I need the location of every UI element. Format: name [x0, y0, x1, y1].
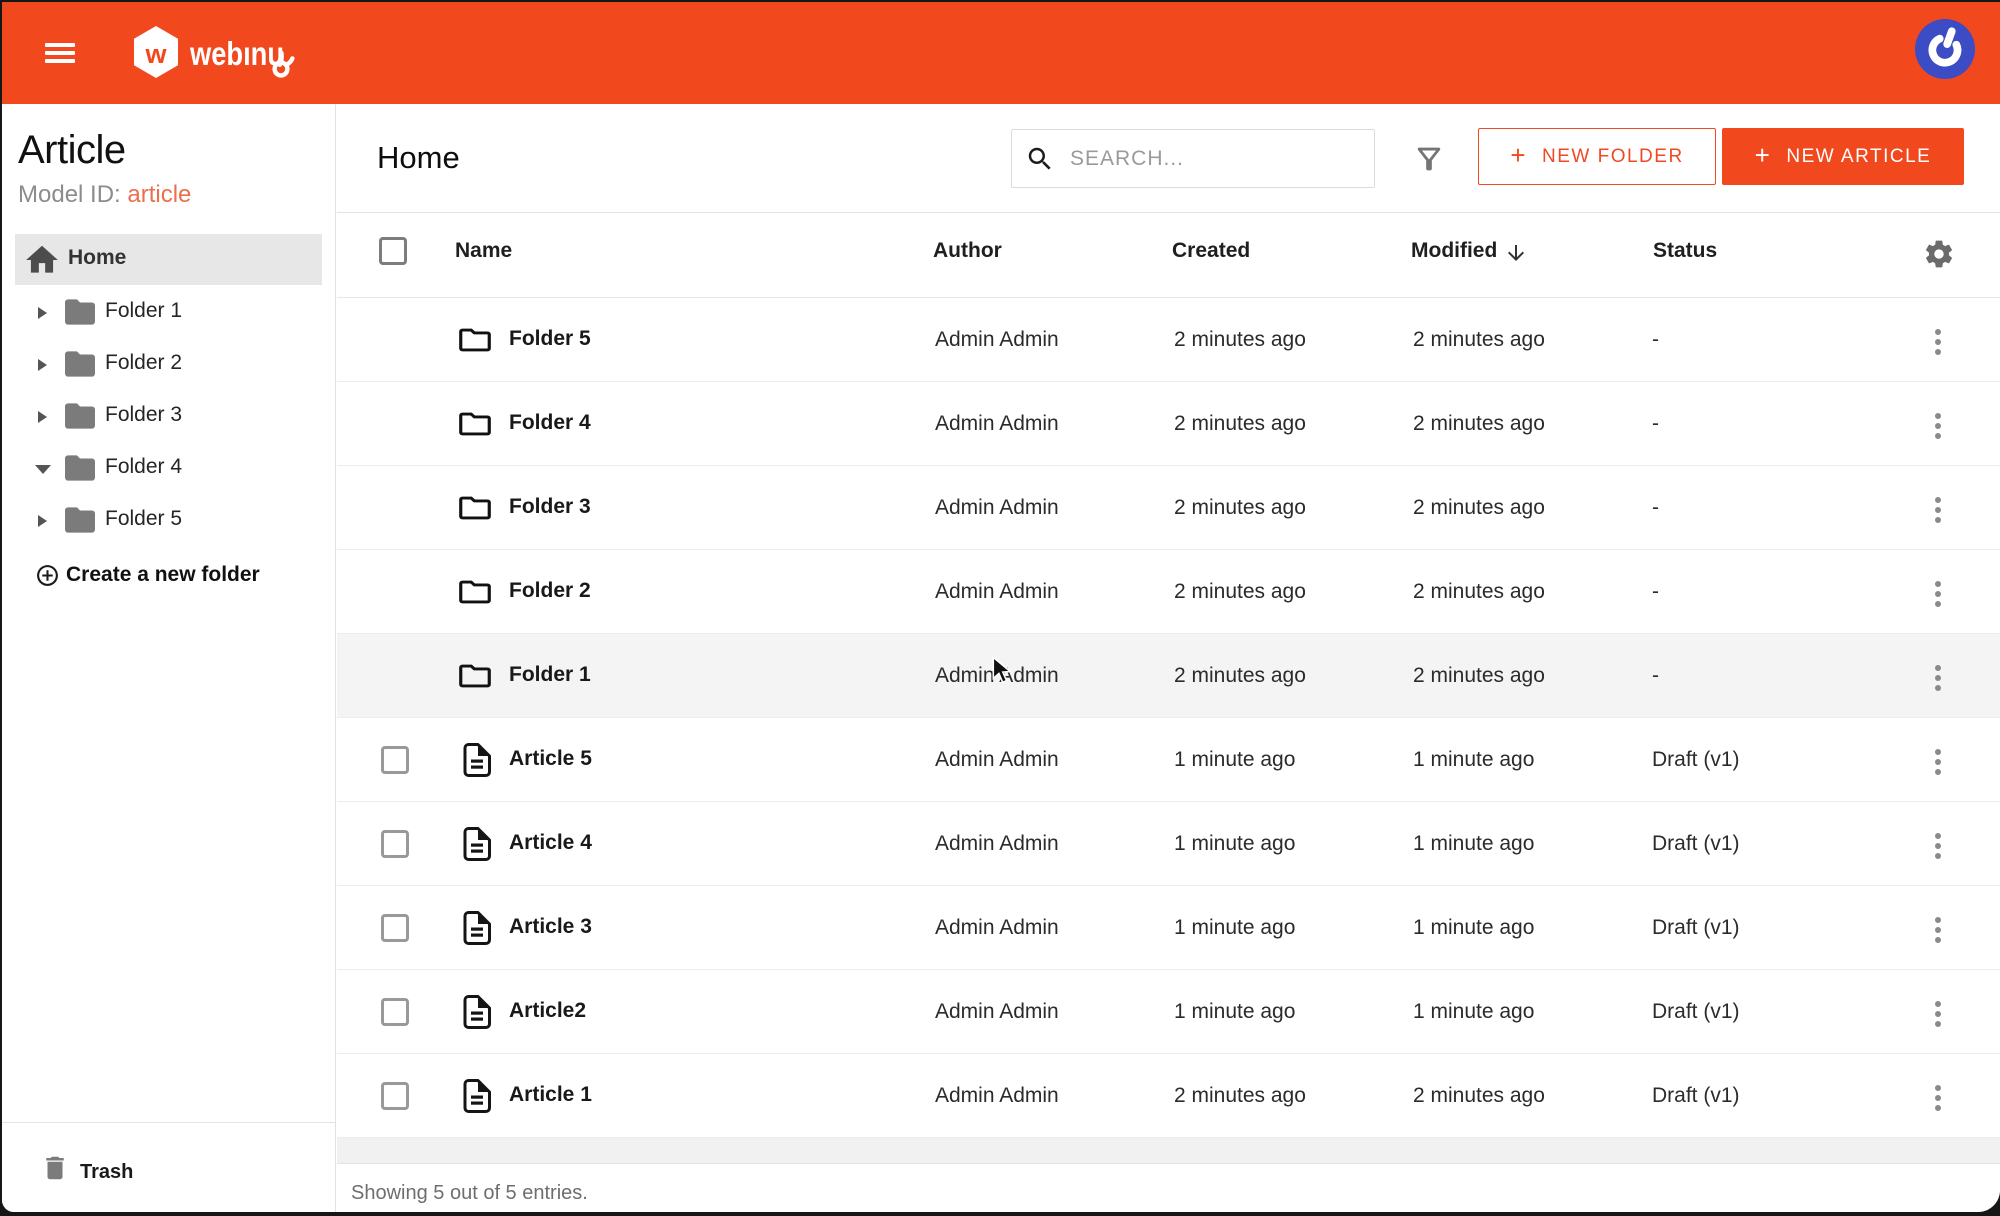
svg-text:webınu: webınu: [189, 35, 284, 72]
svg-text:w: w: [144, 39, 167, 69]
